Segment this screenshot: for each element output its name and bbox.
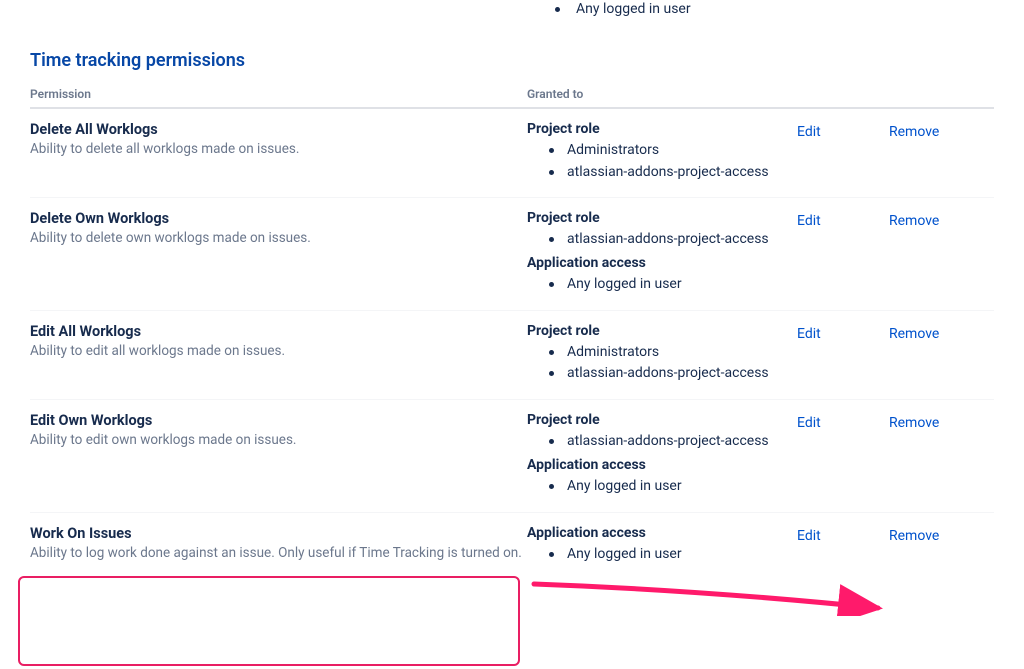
grant-item: Administrators [527, 342, 797, 364]
grant-group: Application access Any logged in user [527, 255, 797, 296]
granted-to-cell: Project role Administratorsatlassian-addo… [527, 323, 797, 389]
permission-cell: Delete Own Worklogs Ability to delete own… [30, 210, 527, 299]
table-row: Work On Issues Ability to log work done a… [30, 513, 994, 580]
permission-description: Ability to delete own worklogs made on i… [30, 229, 527, 249]
previous-item-text: Any logged in user [576, 1, 691, 17]
grant-group: Project role atlassian-addons-project-acc… [527, 412, 797, 453]
grant-list: atlassian-addons-project-access [527, 431, 797, 453]
granted-to-cell: Project role Administratorsatlassian-addo… [527, 121, 797, 187]
table-row: Delete All Worklogs Ability to delete all… [30, 109, 994, 198]
grant-type-label: Project role [527, 210, 797, 226]
permissions-table: Permission Granted to Delete All Worklog… [30, 87, 994, 579]
table-row: Delete Own Worklogs Ability to delete own… [30, 198, 994, 310]
permission-cell: Work On Issues Ability to log work done a… [30, 525, 527, 570]
permission-cell: Edit Own Worklogs Ability to edit own wor… [30, 412, 527, 501]
edit-cell: Edit [797, 525, 889, 570]
edit-cell: Edit [797, 121, 889, 187]
grant-group: Project role Administratorsatlassian-addo… [527, 323, 797, 385]
grant-group: Application access Any logged in user [527, 525, 797, 566]
remove-button[interactable]: Remove [889, 213, 939, 229]
annotation-highlight [18, 576, 520, 666]
grant-group: Application access Any logged in user [527, 457, 797, 498]
granted-to-cell: Project role atlassian-addons-project-acc… [527, 412, 797, 501]
remove-button[interactable]: Remove [889, 415, 939, 431]
table-row: Edit All Worklogs Ability to edit all wor… [30, 311, 994, 400]
grant-group: Project role atlassian-addons-project-acc… [527, 210, 797, 251]
table-header: Permission Granted to [30, 87, 994, 109]
remove-button[interactable]: Remove [889, 326, 939, 342]
remove-button[interactable]: Remove [889, 124, 939, 140]
grant-type-label: Project role [527, 323, 797, 339]
permission-name: Work On Issues [30, 525, 527, 542]
edit-button[interactable]: Edit [797, 528, 821, 544]
header-permission: Permission [30, 87, 527, 101]
edit-button[interactable]: Edit [797, 124, 821, 140]
grant-item: atlassian-addons-project-access [527, 162, 797, 184]
remove-cell: Remove [889, 323, 989, 389]
grant-list: Administratorsatlassian-addons-project-a… [527, 140, 797, 183]
edit-cell: Edit [797, 323, 889, 389]
grant-item: Any logged in user [527, 544, 797, 566]
permission-description: Ability to edit all worklogs made on iss… [30, 342, 527, 362]
grant-list: Any logged in user [527, 476, 797, 498]
grant-type-label: Project role [527, 412, 797, 428]
edit-cell: Edit [797, 210, 889, 299]
granted-to-cell: Project role atlassian-addons-project-acc… [527, 210, 797, 299]
remove-cell: Remove [889, 525, 989, 570]
permission-description: Ability to edit own worklogs made on iss… [30, 431, 527, 451]
grant-item: atlassian-addons-project-access [527, 229, 797, 251]
permission-name: Edit Own Worklogs [30, 412, 527, 429]
granted-to-cell: Application access Any logged in user [527, 525, 797, 570]
grant-type-label: Project role [527, 121, 797, 137]
permission-cell: Edit All Worklogs Ability to edit all wor… [30, 323, 527, 389]
header-granted-to: Granted to [527, 87, 797, 101]
edit-cell: Edit [797, 412, 889, 501]
bullet-icon [555, 7, 560, 12]
grant-type-label: Application access [527, 255, 797, 271]
table-row: Edit Own Worklogs Ability to edit own wor… [30, 400, 994, 512]
permission-name: Delete All Worklogs [30, 121, 527, 138]
section-title: Time tracking permissions [30, 50, 994, 71]
grant-item: Any logged in user [527, 274, 797, 296]
edit-button[interactable]: Edit [797, 213, 821, 229]
permission-name: Edit All Worklogs [30, 323, 527, 340]
grant-list: Administratorsatlassian-addons-project-a… [527, 342, 797, 385]
grant-type-label: Application access [527, 525, 797, 541]
permission-description: Ability to log work done against an issu… [30, 544, 527, 564]
grant-list: Any logged in user [527, 544, 797, 566]
remove-cell: Remove [889, 412, 989, 501]
grant-item: atlassian-addons-project-access [527, 431, 797, 453]
grant-item: Administrators [527, 140, 797, 162]
remove-button[interactable]: Remove [889, 528, 939, 544]
permission-name: Delete Own Worklogs [30, 210, 527, 227]
grant-list: atlassian-addons-project-access [527, 229, 797, 251]
remove-cell: Remove [889, 121, 989, 187]
previous-section-last-item: Any logged in user [555, 1, 691, 17]
permission-cell: Delete All Worklogs Ability to delete all… [30, 121, 527, 187]
edit-button[interactable]: Edit [797, 415, 821, 431]
grant-list: Any logged in user [527, 274, 797, 296]
grant-group: Project role Administratorsatlassian-addo… [527, 121, 797, 183]
time-tracking-section: Time tracking permissions Permission Gra… [0, 50, 1024, 579]
grant-type-label: Application access [527, 457, 797, 473]
remove-cell: Remove [889, 210, 989, 299]
grant-item: atlassian-addons-project-access [527, 363, 797, 385]
edit-button[interactable]: Edit [797, 326, 821, 342]
grant-item: Any logged in user [527, 476, 797, 498]
permission-description: Ability to delete all worklogs made on i… [30, 140, 527, 160]
